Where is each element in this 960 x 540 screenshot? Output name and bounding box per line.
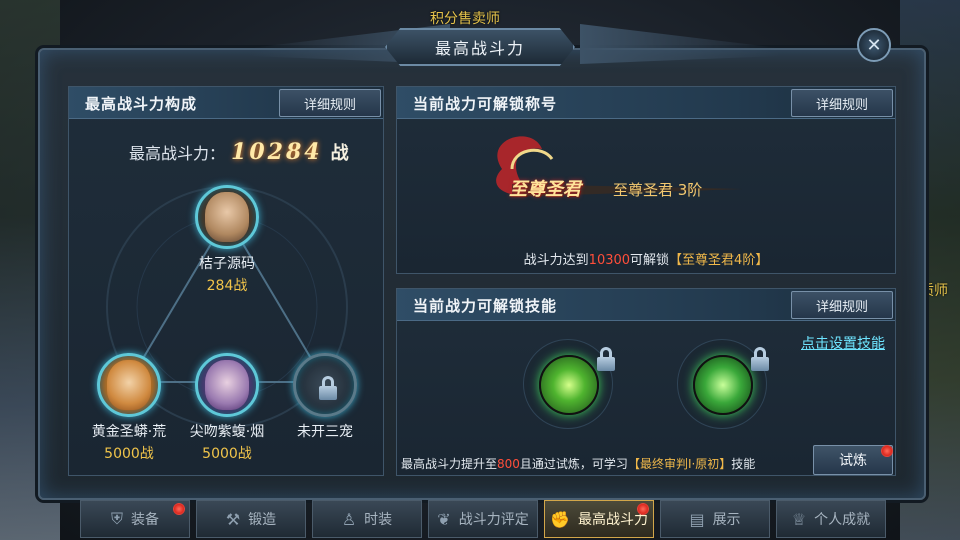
pet-slot-2[interactable]: 黄金圣蟒·荒 5000战 (79, 353, 179, 463)
lock-icon (317, 376, 339, 400)
trial-notification-dot (881, 445, 893, 457)
tab-power-rating[interactable]: ❦ 战斗力评定 (428, 500, 538, 538)
unlock-mid: 可解锁 (630, 253, 670, 268)
anvil-icon: ⚒ (225, 509, 241, 529)
pet-slot-1[interactable]: 桔子源码 284战 (177, 185, 277, 295)
wings-icon: ❦ (437, 509, 451, 529)
title-unlock-rules-button[interactable]: 详细规则 (791, 89, 893, 117)
tab-forge[interactable]: ⚒ 锻造 (196, 500, 306, 538)
tab-label: 个人成就 (814, 512, 871, 528)
tab-max-power[interactable]: ✊ 最高战斗力 (544, 500, 654, 538)
pet-name-2: 黄金圣蟒·荒 (91, 424, 167, 440)
armor-icon: ⛨ (110, 509, 123, 528)
pet-slot-4-locked[interactable]: 未开三宠 (275, 353, 375, 441)
pet-avatar-4[interactable] (293, 353, 357, 417)
unlock-prefix: 战斗力达到 (523, 253, 589, 268)
tip-skill: 【最终审判Ⅰ·原初】 (627, 457, 732, 471)
fist-icon: ✊ (550, 509, 570, 529)
tab-label: 装备 (131, 512, 159, 528)
tab-label: 展示 (712, 512, 741, 528)
window-title: 最高战斗力 (385, 28, 575, 66)
title-unlock-panel: 当前战力可解锁称号 详细规则 至尊圣君 至尊圣君 3阶 战斗力达到10300可解… (396, 86, 896, 274)
tip-value: 800 (497, 457, 520, 471)
notification-dot (637, 503, 649, 515)
skill-unlock-rules-button[interactable]: 详细规则 (791, 291, 893, 319)
notification-dot (173, 503, 185, 515)
shirt-icon: ♙ (341, 509, 357, 529)
display-icon: ▤ (689, 509, 705, 529)
title-name: 至尊圣君 3阶 (613, 181, 703, 199)
tab-fashion[interactable]: ♙ 时装 (312, 500, 422, 538)
title-unlock-title: 当前战力可解锁称号 (413, 95, 558, 113)
pet-power-3: 5000战 (202, 446, 252, 462)
title-unlock-header: 当前战力可解锁称号 详细规则 (397, 87, 895, 119)
trophy-icon: ♕ (791, 509, 807, 529)
unlock-value: 10300 (588, 253, 631, 268)
skill-unlock-title: 当前战力可解锁技能 (413, 297, 558, 315)
bottom-tab-bar: ⛨ 装备 ⚒ 锻造 ♙ 时装 ❦ 战斗力评定 ✊ 最高战斗力 ▤ 展示 ♕ 个人… (80, 500, 886, 540)
pet-avatar-3[interactable] (195, 353, 259, 417)
pet-power-1: 284战 (206, 278, 248, 294)
close-button[interactable]: ✕ (857, 28, 891, 62)
lock-icon (595, 347, 617, 371)
lock-icon (749, 347, 771, 371)
pet-name-1: 桔子源码 (199, 256, 255, 272)
title-badge-text: 至尊圣君 (509, 179, 581, 200)
npc-label-top[interactable]: 积分售卖师 (430, 8, 500, 28)
skill-icon-1[interactable] (539, 355, 599, 415)
tab-equipment[interactable]: ⛨ 装备 (80, 500, 190, 538)
skill-unlock-header: 当前战力可解锁技能 详细规则 (397, 289, 895, 321)
tab-label: 战斗力评定 (458, 512, 529, 528)
tab-label: 时装 (364, 512, 393, 528)
tab-achievements[interactable]: ♕ 个人成就 (776, 500, 886, 538)
skill-unlock-tip: 最高战斗力提升至800且通过试炼，可学习【最终审判Ⅰ·原初】技能 (401, 455, 755, 472)
skill-icon-2[interactable] (693, 355, 753, 415)
skill-unlock-panel: 当前战力可解锁技能 详细规则 点击设置技能 最高战斗力提升至800且通过试炼，可… (396, 288, 896, 476)
pet-name-4: 未开三宠 (297, 424, 353, 440)
pet-power-2: 5000战 (104, 446, 154, 462)
composition-panel: 最高战斗力构成 详细规则 最高战斗力： 10284 战 桔子源码 284战 黄金… (68, 86, 384, 476)
tip-prefix: 最高战斗力提升至 (401, 457, 498, 471)
set-skill-link[interactable]: 点击设置技能 (801, 333, 885, 353)
pet-name-3: 尖吻紫蝮·烟 (189, 424, 265, 440)
title-unlock-requirement: 战斗力达到10300可解锁【至尊圣君4阶】 (397, 249, 895, 268)
close-x-icon: ✕ (866, 34, 882, 56)
pet-avatar-1[interactable] (195, 185, 259, 249)
unlock-reward: 【至尊圣君4阶】 (669, 253, 769, 268)
tip-mid: 且通过试炼，可学习 (519, 457, 628, 471)
tab-label: 锻造 (248, 512, 277, 528)
pet-avatar-2[interactable] (97, 353, 161, 417)
tab-display[interactable]: ▤ 展示 (660, 500, 770, 538)
tip-suffix: 技能 (731, 457, 756, 471)
pet-slot-3[interactable]: 尖吻紫蝮·烟 5000战 (177, 353, 277, 463)
